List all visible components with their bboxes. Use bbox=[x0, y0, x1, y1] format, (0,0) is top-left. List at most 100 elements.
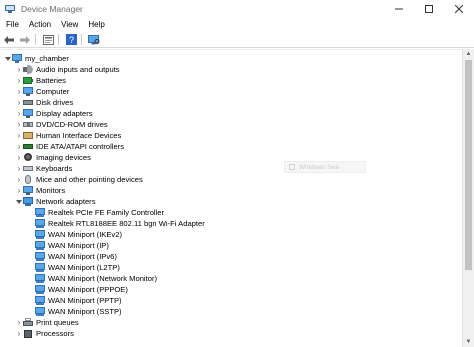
tree-item-audio[interactable]: › Audio inputs and outputs bbox=[15, 64, 120, 75]
tree-item-ide[interactable]: › IDE ATA/ATAPI controllers bbox=[15, 141, 124, 152]
tree-item-label: DVD/CD-ROM drives bbox=[36, 120, 108, 129]
tree-item-label: Disk drives bbox=[36, 98, 74, 107]
disk-drive-icon bbox=[23, 98, 33, 107]
collapse-arrow-icon[interactable] bbox=[4, 53, 12, 64]
tree-item-processors[interactable]: › Processors bbox=[15, 328, 74, 339]
close-button[interactable] bbox=[444, 0, 474, 18]
expand-arrow-icon[interactable]: › bbox=[15, 108, 23, 119]
forward-button[interactable] bbox=[18, 33, 32, 47]
tree-item-monitors[interactable]: › Monitors bbox=[15, 185, 65, 196]
toolbar: ? bbox=[0, 32, 474, 48]
expand-arrow-icon[interactable]: › bbox=[15, 119, 23, 130]
adapter-label: WAN Miniport (Network Monitor) bbox=[48, 274, 158, 283]
network-adapter-icon bbox=[35, 263, 45, 272]
expand-arrow-icon[interactable]: › bbox=[15, 86, 23, 97]
window-controls bbox=[384, 0, 474, 18]
tree-item-display-adapters[interactable]: › Display adapters bbox=[15, 108, 93, 119]
expand-arrow-icon[interactable]: › bbox=[15, 64, 23, 75]
tree-item-imaging[interactable]: › Imaging devices bbox=[15, 152, 91, 163]
tree-item-label: Keyboards bbox=[36, 164, 73, 173]
audio-icon bbox=[23, 65, 33, 74]
processor-icon bbox=[23, 329, 33, 338]
window-title: Device Manager bbox=[21, 4, 83, 14]
vertical-scrollbar[interactable]: ▲ ▼ bbox=[462, 49, 474, 347]
network-adapter-icon bbox=[35, 208, 45, 217]
back-button[interactable] bbox=[2, 33, 16, 47]
back-arrow-icon bbox=[4, 35, 14, 44]
tree-item-label: Human Interface Devices bbox=[36, 131, 122, 140]
expand-arrow-icon[interactable]: › bbox=[15, 75, 23, 86]
scrollbar-thumb[interactable] bbox=[465, 60, 472, 270]
tree-item-hid[interactable]: › Human Interface Devices bbox=[15, 130, 122, 141]
expand-arrow-icon[interactable]: › bbox=[15, 163, 23, 174]
ide-controller-icon bbox=[23, 142, 33, 151]
scan-hardware-button[interactable] bbox=[87, 33, 101, 47]
tree-subitem-adapter[interactable]: WAN Miniport (IP) bbox=[35, 240, 109, 251]
tree-root[interactable]: my_chamber bbox=[4, 53, 69, 64]
computer-icon bbox=[23, 87, 33, 96]
network-adapter-icon bbox=[35, 241, 45, 250]
network-adapter-icon bbox=[35, 219, 45, 228]
menu-action[interactable]: Action bbox=[24, 18, 56, 32]
tree-item-batteries[interactable]: › Batteries bbox=[15, 75, 66, 86]
adapter-label: WAN Miniport (PPTP) bbox=[48, 296, 122, 305]
tree-item-computer[interactable]: › Computer bbox=[15, 86, 69, 97]
tree-item-label: Print queues bbox=[36, 318, 79, 327]
tree-item-mice[interactable]: › Mice and other pointing devices bbox=[15, 174, 143, 185]
close-icon bbox=[455, 5, 463, 13]
tree-item-network-adapters[interactable]: Network adapters bbox=[15, 196, 96, 207]
menu-view[interactable]: View bbox=[56, 18, 83, 32]
tree-item-print-queues[interactable]: › Print queues bbox=[15, 317, 79, 328]
network-adapter-icon bbox=[35, 307, 45, 316]
tree-item-label: Audio inputs and outputs bbox=[36, 65, 120, 74]
expand-arrow-icon[interactable]: › bbox=[15, 328, 23, 339]
network-adapter-icon bbox=[35, 274, 45, 283]
printer-icon bbox=[23, 318, 33, 327]
expand-arrow-icon[interactable]: › bbox=[15, 317, 23, 328]
tree-subitem-adapter[interactable]: WAN Miniport (IKEv2) bbox=[35, 229, 122, 240]
adapter-label: Realtek PCIe FE Family Controller bbox=[48, 208, 165, 217]
tree-subitem-adapter[interactable]: WAN Miniport (L2TP) bbox=[35, 262, 120, 273]
forward-arrow-icon bbox=[20, 35, 30, 44]
expand-arrow-icon[interactable]: › bbox=[15, 185, 23, 196]
properties-button[interactable] bbox=[41, 33, 55, 47]
expand-arrow-icon[interactable]: › bbox=[15, 141, 23, 152]
menu-help[interactable]: Help bbox=[83, 18, 109, 32]
scroll-up-arrow-icon[interactable]: ▲ bbox=[463, 49, 474, 59]
device-tree[interactable]: my_chamber › Audio inputs and outputs › … bbox=[0, 49, 462, 347]
tree-subitem-adapter[interactable]: WAN Miniport (SSTP) bbox=[35, 306, 122, 317]
scroll-down-arrow-icon[interactable]: ▼ bbox=[463, 337, 474, 347]
expand-arrow-icon[interactable]: › bbox=[15, 97, 23, 108]
display-adapter-icon bbox=[23, 109, 33, 118]
maximize-button[interactable] bbox=[414, 0, 444, 18]
search-icon bbox=[289, 164, 295, 170]
tree-item-label: Network adapters bbox=[36, 197, 96, 206]
tree-item-label: IDE ATA/ATAPI controllers bbox=[36, 142, 125, 151]
expand-arrow-icon[interactable]: › bbox=[15, 152, 23, 163]
computer-icon bbox=[12, 54, 22, 63]
expand-arrow-icon[interactable]: › bbox=[15, 130, 23, 141]
toolbar-separator bbox=[35, 34, 36, 45]
menu-file[interactable]: File bbox=[0, 18, 24, 32]
adapter-label: WAN Miniport (SSTP) bbox=[48, 307, 122, 316]
tree-subitem-adapter[interactable]: WAN Miniport (IPv6) bbox=[35, 251, 117, 262]
title-bar: Device Manager bbox=[0, 0, 474, 18]
minimize-button[interactable] bbox=[384, 0, 414, 18]
tree-subitem-adapter[interactable]: WAN Miniport (Network Monitor) bbox=[35, 273, 157, 284]
ghost-search-tooltip: Windows Sea bbox=[284, 161, 366, 173]
tree-subitem-adapter[interactable]: Realtek PCIe FE Family Controller bbox=[35, 207, 164, 218]
tree-subitem-adapter[interactable]: WAN Miniport (PPTP) bbox=[35, 295, 122, 306]
expand-arrow-icon[interactable]: › bbox=[15, 174, 23, 185]
toolbar-separator bbox=[58, 34, 59, 45]
help-button[interactable]: ? bbox=[64, 33, 78, 47]
dvd-drive-icon bbox=[23, 120, 33, 129]
adapter-label: WAN Miniport (PPPOE) bbox=[48, 285, 128, 294]
collapse-arrow-icon[interactable] bbox=[15, 196, 23, 207]
tree-subitem-adapter[interactable]: WAN Miniport (PPPOE) bbox=[35, 284, 128, 295]
tree-item-keyboards[interactable]: › Keyboards bbox=[15, 163, 73, 174]
network-adapter-icon bbox=[23, 197, 33, 206]
properties-icon bbox=[42, 34, 54, 45]
tree-subitem-adapter[interactable]: Realtek RTL8188EE 802.11 bgn Wi-Fi Adapt… bbox=[35, 218, 205, 229]
tree-item-dvd[interactable]: › DVD/CD-ROM drives bbox=[15, 119, 108, 130]
tree-item-disk-drives[interactable]: › Disk drives bbox=[15, 97, 73, 108]
